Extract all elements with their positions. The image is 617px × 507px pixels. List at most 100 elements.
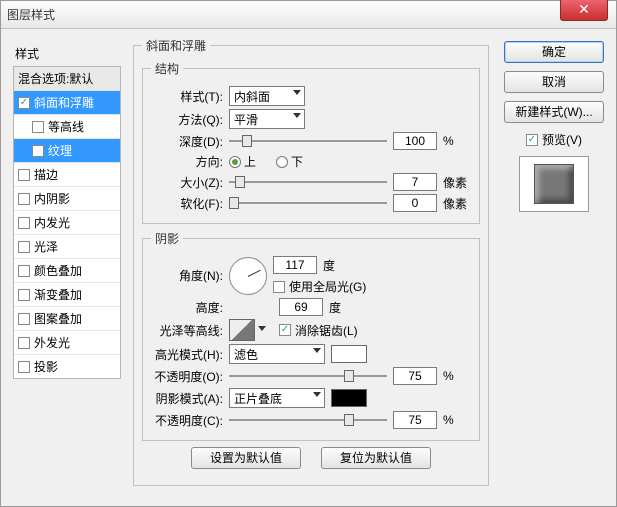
style-list-item[interactable]: 图案叠加 xyxy=(14,307,120,331)
checkbox-icon[interactable] xyxy=(18,289,30,301)
soften-unit: 像素 xyxy=(443,195,471,212)
soften-label: 软化(F): xyxy=(151,195,223,212)
close-button[interactable]: ✕ xyxy=(560,0,608,21)
checkbox-icon[interactable] xyxy=(32,121,44,133)
shadow-opacity-input[interactable]: 75 xyxy=(393,411,437,429)
checkbox-icon[interactable] xyxy=(18,361,30,373)
method-label: 方法(Q): xyxy=(151,111,223,128)
chevron-down-icon xyxy=(258,326,266,331)
highlight-opacity-slider[interactable] xyxy=(229,368,387,384)
style-list-item[interactable]: 投影 xyxy=(14,355,120,378)
global-light-checkbox[interactable]: 使用全局光(G) xyxy=(273,278,366,295)
new-style-button[interactable]: 新建样式(W)... xyxy=(504,101,604,123)
altitude-label: 高度: xyxy=(151,299,223,316)
style-list-item[interactable]: 纹理 xyxy=(14,139,120,163)
altitude-unit: 度 xyxy=(329,299,341,316)
ok-button[interactable]: 确定 xyxy=(504,41,604,63)
shadow-opacity-slider[interactable] xyxy=(229,412,387,428)
shadow-mode-combo[interactable]: 正片叠底 xyxy=(229,388,325,408)
preview-box xyxy=(519,156,589,212)
checkbox-icon[interactable] xyxy=(32,145,44,157)
style-list-item[interactable]: 描边 xyxy=(14,163,120,187)
highlight-color-swatch[interactable] xyxy=(331,345,367,363)
checkbox-icon[interactable] xyxy=(18,169,30,181)
structure-legend: 结构 xyxy=(151,60,183,77)
set-default-button[interactable]: 设置为默认值 xyxy=(191,447,301,469)
style-list-label: 投影 xyxy=(34,358,58,375)
contour-picker[interactable] xyxy=(229,319,255,341)
style-list-item[interactable]: 渐变叠加 xyxy=(14,283,120,307)
preview-checkbox[interactable]: ✓预览(V) xyxy=(526,131,582,148)
style-list-label: 混合选项:默认 xyxy=(18,70,93,87)
angle-dial[interactable] xyxy=(229,257,267,295)
style-combo[interactable]: 内斜面 xyxy=(229,86,305,106)
checkbox-icon[interactable] xyxy=(18,265,30,277)
chevron-down-icon xyxy=(313,348,321,353)
method-combo[interactable]: 平滑 xyxy=(229,109,305,129)
cancel-button[interactable]: 取消 xyxy=(504,71,604,93)
checkbox-icon[interactable] xyxy=(18,337,30,349)
shadow-mode-label: 阴影模式(A): xyxy=(151,390,223,407)
altitude-input[interactable]: 69 xyxy=(279,298,323,316)
size-label: 大小(Z): xyxy=(151,174,223,191)
direction-up-radio[interactable]: 上 xyxy=(229,153,256,170)
depth-label: 深度(D): xyxy=(151,133,223,150)
reset-default-button[interactable]: 复位为默认值 xyxy=(321,447,431,469)
chevron-down-icon xyxy=(293,113,301,118)
direction-down-radio[interactable]: 下 xyxy=(276,153,303,170)
style-list-label: 斜面和浮雕 xyxy=(34,94,94,111)
checkbox-icon[interactable] xyxy=(18,313,30,325)
bevel-legend: 斜面和浮雕 xyxy=(142,37,210,54)
bevel-group: 斜面和浮雕 结构 样式(T): 内斜面 方法(Q): 平滑 深度(D): 100 xyxy=(133,37,489,486)
style-list-label: 内阴影 xyxy=(34,190,70,207)
style-list-item[interactable]: 内发光 xyxy=(14,211,120,235)
style-list-item[interactable]: 颜色叠加 xyxy=(14,259,120,283)
style-list-item[interactable]: 混合选项:默认 xyxy=(14,67,120,91)
chevron-down-icon xyxy=(313,392,321,397)
shadow-opacity-label: 不透明度(C): xyxy=(151,412,223,429)
settings-panel: 斜面和浮雕 结构 样式(T): 内斜面 方法(Q): 平滑 深度(D): 100 xyxy=(133,37,489,498)
style-list-label: 内发光 xyxy=(34,214,70,231)
contour-label: 光泽等高线: xyxy=(151,322,223,339)
style-list-label: 渐变叠加 xyxy=(34,286,82,303)
depth-unit: % xyxy=(443,134,471,148)
angle-label: 角度(N): xyxy=(151,267,223,284)
checkbox-icon[interactable] xyxy=(18,217,30,229)
style-list-item[interactable]: 光泽 xyxy=(14,235,120,259)
size-slider[interactable] xyxy=(229,174,387,190)
shadow-color-swatch[interactable] xyxy=(331,389,367,407)
style-list-item[interactable]: 等高线 xyxy=(14,115,120,139)
size-input[interactable]: 7 xyxy=(393,173,437,191)
size-unit: 像素 xyxy=(443,174,471,191)
direction-label: 方向: xyxy=(151,153,223,170)
soften-slider[interactable] xyxy=(229,195,387,211)
depth-slider[interactable] xyxy=(229,133,387,149)
styles-list: 混合选项:默认 ✓ 斜面和浮雕等高线纹理描边内阴影内发光光泽颜色叠加渐变叠加图案叠加… xyxy=(13,66,121,379)
checkbox-icon[interactable] xyxy=(18,193,30,205)
preview-swatch xyxy=(534,164,574,204)
angle-input[interactable]: 117 xyxy=(273,256,317,274)
action-panel: 确定 取消 新建样式(W)... ✓预览(V) xyxy=(504,41,604,212)
layer-style-dialog: 图层样式 ✕ 样式 混合选项:默认 ✓ 斜面和浮雕等高线纹理描边内阴影内发光光泽颜色… xyxy=(0,0,617,507)
shading-group: 阴影 角度(N): 117 度 使用全局光(G) xyxy=(142,230,480,441)
checkbox-icon[interactable]: ✓ xyxy=(18,97,30,109)
highlight-opacity-label: 不透明度(O): xyxy=(151,368,223,385)
style-label: 样式(T): xyxy=(151,88,223,105)
chevron-down-icon xyxy=(293,90,301,95)
antialias-checkbox[interactable]: ✓消除锯齿(L) xyxy=(279,322,358,339)
soften-input[interactable]: 0 xyxy=(393,194,437,212)
structure-group: 结构 样式(T): 内斜面 方法(Q): 平滑 深度(D): 100 % xyxy=(142,60,480,224)
style-list-item[interactable]: 外发光 xyxy=(14,331,120,355)
style-list-item[interactable]: 内阴影 xyxy=(14,187,120,211)
style-list-item[interactable]: ✓ 斜面和浮雕 xyxy=(14,91,120,115)
style-list-label: 图案叠加 xyxy=(34,310,82,327)
highlight-mode-label: 高光模式(H): xyxy=(151,346,223,363)
checkbox-icon[interactable] xyxy=(18,241,30,253)
highlight-mode-combo[interactable]: 滤色 xyxy=(229,344,325,364)
highlight-opacity-input[interactable]: 75 xyxy=(393,367,437,385)
style-list-label: 光泽 xyxy=(34,238,58,255)
titlebar: 图层样式 ✕ xyxy=(1,1,616,29)
depth-input[interactable]: 100 xyxy=(393,132,437,150)
styles-header: 样式 xyxy=(13,41,121,66)
shadow-opacity-unit: % xyxy=(443,413,471,427)
